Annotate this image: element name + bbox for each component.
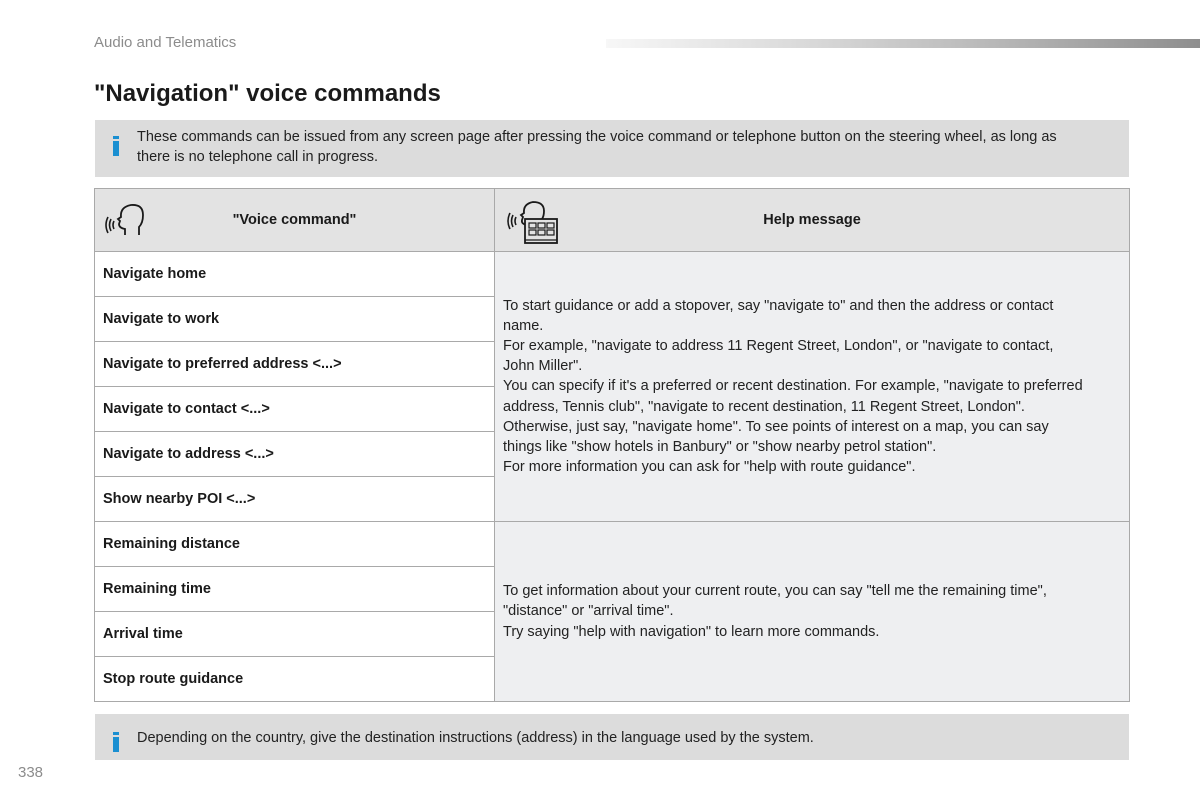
help-line: things like "show hotels in Banbury" or … (503, 439, 937, 455)
help-line: For example, "navigate to address 11 Reg… (503, 337, 1054, 354)
command-cell: Navigate to address <...> (94, 431, 495, 477)
command-cell: Stop route guidance (94, 656, 495, 702)
column-header-voice-command: "Voice command" (94, 188, 495, 252)
help-message-cell: To get information about your current ro… (494, 521, 1130, 702)
info-note-bottom: Depending on the country, give the desti… (95, 714, 1129, 760)
help-line: Otherwise, just say, "navigate home". To… (503, 418, 1049, 435)
info-note-top: These commands can be issued from any sc… (95, 120, 1129, 177)
command-cell: Navigate to work (94, 296, 495, 342)
help-line: To start guidance or add a stopover, say… (503, 297, 1054, 314)
info-note-text: Depending on the country, give the desti… (137, 730, 814, 746)
column-header-label: "Voice command" (232, 212, 357, 228)
command-cell: Navigate to preferred address <...> (94, 341, 495, 387)
command-cell: Remaining time (94, 566, 495, 612)
table-row: Navigate home To start guidance or add a… (94, 251, 1130, 522)
table-header-row: "Voice command" Help message (94, 188, 1130, 252)
command-cell: Arrival time (94, 611, 495, 657)
column-header-help-message: Help message (494, 188, 1130, 252)
table-row: Remaining distance To get information ab… (94, 521, 1130, 702)
page-number: 338 (18, 764, 44, 781)
speaking-head-icon (105, 199, 149, 247)
help-line: You can specify if it's a preferred or r… (503, 378, 1083, 395)
speaking-head-keypad-icon (505, 199, 561, 251)
help-line: Try saying "help with navigation" to lea… (503, 623, 880, 640)
help-line: For more information you can ask for "he… (503, 459, 916, 476)
help-message-cell: To start guidance or add a stopover, say… (494, 251, 1130, 522)
header-gradient-bar (606, 39, 1200, 48)
command-cell: Navigate home (94, 251, 495, 297)
voice-commands-table: "Voice command" Help message Navigate ho… (94, 188, 1130, 702)
info-icon (113, 136, 119, 156)
column-header-label: Help message (763, 212, 861, 228)
section-label: Audio and Telematics (94, 34, 237, 51)
command-cell: Show nearby POI <...> (94, 476, 495, 522)
info-icon (113, 732, 119, 752)
help-line: John Miller". (503, 358, 583, 375)
help-line: name. (503, 317, 544, 334)
info-note-line: there is no telephone call in progress. (137, 149, 379, 165)
info-note-text: These commands can be issued from any sc… (137, 127, 1119, 167)
command-cell: Remaining distance (94, 521, 495, 567)
help-line: address, Tennis club", "navigate to rece… (503, 398, 1025, 415)
command-cell: Navigate to contact <...> (94, 386, 495, 432)
page-title: "Navigation" voice commands (94, 80, 441, 107)
help-line: "distance" or "arrival time". (503, 603, 674, 620)
info-note-line: These commands can be issued from any sc… (137, 129, 1057, 145)
help-line: To get information about your current ro… (503, 583, 1047, 600)
